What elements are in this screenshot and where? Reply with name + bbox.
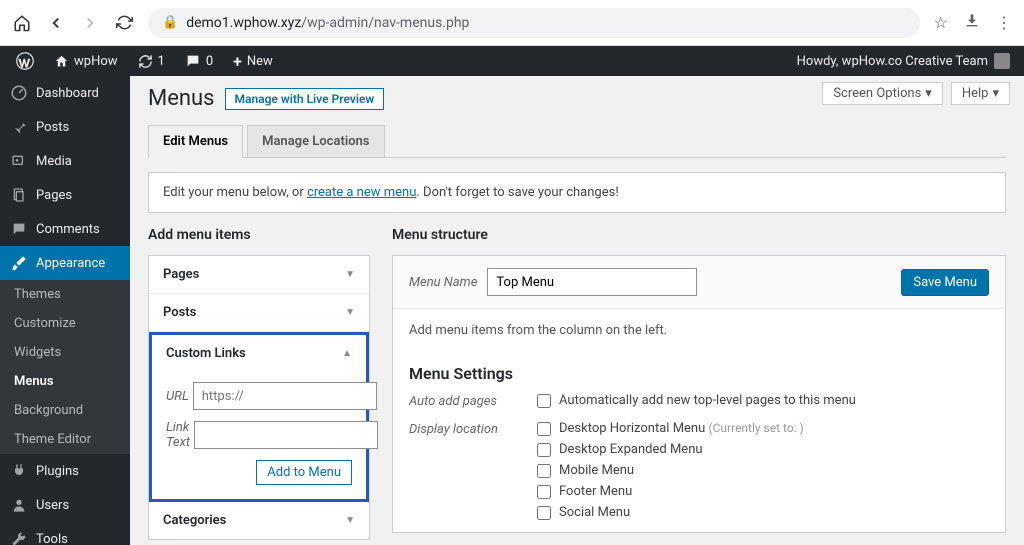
sidebar-item-label: Tools — [36, 532, 68, 545]
display-location-option[interactable]: Social Menu — [537, 505, 989, 520]
sidebar-item-appearance[interactable]: Appearance — [0, 246, 130, 280]
display-location-option[interactable]: Desktop Horizontal Menu (Currently set t… — [537, 421, 989, 436]
avatar — [994, 53, 1010, 69]
screen-options-button[interactable]: Screen Options ▾ — [822, 82, 943, 105]
sidebar-item-plugins[interactable]: Plugins — [0, 454, 130, 488]
add-to-menu-button[interactable]: Add to Menu — [256, 460, 352, 485]
help-button[interactable]: Help ▾ — [951, 82, 1010, 105]
auto-add-label: Auto add pages — [409, 393, 517, 409]
howdy-link[interactable]: Howdy, wpHow.co Creative Team — [797, 53, 1016, 69]
pin-icon — [10, 118, 28, 136]
sidebar-item-label: Dashboard — [36, 86, 99, 101]
lock-icon: 🔒 — [162, 15, 178, 30]
tab-manage-locations[interactable]: Manage Locations — [247, 125, 384, 157]
site-link[interactable]: wpHow — [46, 46, 126, 76]
sidebar-sub-themes[interactable]: Themes — [0, 280, 130, 309]
menu-card: Menu Name Save Menu Add menu items from … — [392, 255, 1006, 533]
display-location-checkbox[interactable] — [537, 506, 551, 520]
sidebar-item-posts[interactable]: Posts — [0, 110, 130, 144]
sidebar-sub-theme-editor[interactable]: Theme Editor — [0, 425, 130, 454]
admin-sidebar: Dashboard Posts Media Pages Comments Appearan… — [0, 76, 130, 545]
display-location-checkbox[interactable] — [537, 422, 551, 436]
reload-icon[interactable] — [114, 13, 134, 33]
new-link[interactable]: +New — [225, 46, 281, 76]
display-location-checkbox[interactable] — [537, 443, 551, 457]
dashboard-icon — [10, 84, 28, 102]
forward-icon — [80, 13, 100, 33]
url-label: URL — [166, 389, 189, 404]
accordion-categories[interactable]: Categories▼ — [149, 502, 369, 539]
menu-icon[interactable]: ⋮ — [996, 13, 1012, 32]
back-icon[interactable] — [46, 13, 66, 33]
comments-link[interactable]: 0 — [177, 46, 221, 76]
sidebar-item-dashboard[interactable]: Dashboard — [0, 76, 130, 110]
page-icon — [10, 186, 28, 204]
brush-icon — [10, 254, 28, 272]
wp-logo[interactable] — [8, 46, 42, 76]
menu-name-input[interactable] — [487, 268, 697, 296]
user-icon — [10, 496, 28, 514]
sidebar-sub-widgets[interactable]: Widgets — [0, 338, 130, 367]
download-icon[interactable] — [964, 13, 980, 33]
nav-tabs: Edit Menus Manage Locations — [148, 125, 1006, 158]
sidebar-item-media[interactable]: Media — [0, 144, 130, 178]
sidebar-item-users[interactable]: Users — [0, 488, 130, 522]
custom-url-input[interactable] — [193, 382, 377, 410]
main-content: Screen Options ▾ Help ▾ Menus Manage wit… — [130, 76, 1024, 545]
wp-admin-toolbar: wpHow 1 0 +New Howdy, wpHow.co Creative … — [0, 46, 1024, 76]
sidebar-item-label: Comments — [36, 222, 100, 237]
notice-box: Edit your menu below, or create a new me… — [148, 172, 1006, 213]
add-items-accordion: Pages▼ Posts▼ Custom Links▲ URL Link Tex… — [148, 255, 370, 540]
sidebar-item-label: Users — [36, 498, 69, 513]
save-menu-button[interactable]: Save Menu — [901, 269, 989, 296]
custom-link-text-input[interactable] — [194, 421, 378, 449]
display-location-label: Display location — [409, 421, 517, 520]
sidebar-item-label: Pages — [36, 188, 72, 203]
link-text-label: Link Text — [166, 420, 190, 450]
sidebar-item-tools[interactable]: Tools — [0, 522, 130, 545]
display-location-checkbox[interactable] — [537, 485, 551, 499]
display-location-option[interactable]: Mobile Menu — [537, 463, 989, 478]
sidebar-item-label: Plugins — [36, 464, 79, 479]
sidebar-sub-menus[interactable]: Menus — [0, 367, 130, 396]
comment-icon — [10, 220, 28, 238]
auto-add-option[interactable]: Automatically add new top-level pages to… — [537, 393, 989, 408]
url-bar[interactable]: 🔒 demo1.wphow.xyz/wp-admin/nav-menus.php — [148, 8, 920, 38]
tab-edit-menus[interactable]: Edit Menus — [148, 125, 243, 158]
page-title: Menus — [148, 86, 215, 111]
display-location-option[interactable]: Footer Menu — [537, 484, 989, 499]
accordion-custom-links[interactable]: Custom Links▲ — [152, 335, 366, 372]
accordion-posts[interactable]: Posts▼ — [149, 294, 369, 331]
create-menu-link[interactable]: create a new menu — [307, 185, 416, 200]
url-path: /wp-admin/nav-menus.php — [301, 15, 469, 31]
sidebar-item-comments[interactable]: Comments — [0, 212, 130, 246]
structure-heading: Menu structure — [392, 227, 1006, 243]
structure-intro: Add menu items from the column on the le… — [409, 323, 989, 338]
menu-settings-heading: Menu Settings — [409, 364, 989, 383]
plugin-icon — [10, 462, 28, 480]
accordion-pages[interactable]: Pages▼ — [149, 256, 369, 293]
display-location-option[interactable]: Desktop Expanded Menu — [537, 442, 989, 457]
wrench-icon — [10, 530, 28, 545]
bookmark-icon[interactable]: ☆ — [934, 13, 948, 32]
display-location-checkbox[interactable] — [537, 464, 551, 478]
live-preview-button[interactable]: Manage with Live Preview — [225, 88, 385, 110]
menu-name-label: Menu Name — [409, 275, 477, 290]
add-items-heading: Add menu items — [148, 227, 370, 243]
sidebar-sub-customize[interactable]: Customize — [0, 309, 130, 338]
sidebar-sub-background[interactable]: Background — [0, 396, 130, 425]
auto-add-checkbox[interactable] — [537, 394, 551, 408]
sidebar-item-label: Posts — [36, 120, 69, 135]
home-icon[interactable] — [12, 13, 32, 33]
sidebar-item-pages[interactable]: Pages — [0, 178, 130, 212]
updates-link[interactable]: 1 — [130, 46, 173, 76]
media-icon — [10, 152, 28, 170]
sidebar-item-label: Appearance — [36, 256, 105, 271]
url-domain: demo1.wphow.xyz — [186, 15, 301, 31]
sidebar-item-label: Media — [36, 154, 72, 169]
browser-toolbar: 🔒 demo1.wphow.xyz/wp-admin/nav-menus.php… — [0, 0, 1024, 46]
